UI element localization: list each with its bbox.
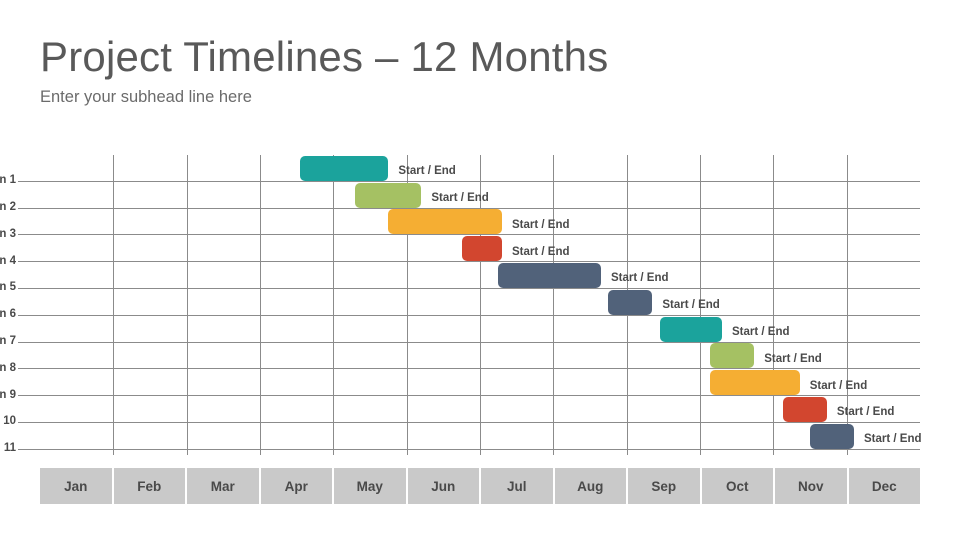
row-leader-dash: [18, 448, 40, 450]
month-cell-jun[interactable]: Jun: [407, 468, 479, 504]
gantt-bar[interactable]: [710, 343, 755, 369]
gantt-bar[interactable]: [300, 155, 389, 181]
bar-range-label: Start / End: [732, 326, 790, 339]
gantt-plot-area: Sample Task Description 1Start / EndSamp…: [0, 155, 922, 455]
row-gridline: [40, 448, 920, 450]
task-label: Sample Task Description 8: [0, 361, 16, 374]
task-label: Sample Task Description 1: [0, 174, 16, 187]
row-leader-dash: [18, 261, 40, 263]
gantt-row[interactable]: Sample Task Description 5 Start / End: [0, 262, 920, 293]
gantt-row[interactable]: Sample Task Description 3 Start / End: [0, 209, 920, 239]
gantt-row[interactable]: Sample Task Description 10 Start / End: [0, 396, 920, 427]
task-label: Sample Task Description 11: [0, 442, 16, 455]
row-leader-dash: [18, 180, 40, 182]
gantt-bar[interactable]: [782, 396, 827, 422]
row-leader-dash: [18, 395, 40, 397]
task-label: Sample Task Description 3: [0, 227, 16, 240]
bar-range-label: Start / End: [864, 433, 922, 446]
month-cell-oct[interactable]: Oct: [701, 468, 773, 504]
task-label: Sample Task Description 7: [0, 335, 16, 348]
bar-range-label: Start / End: [764, 352, 822, 365]
gantt-bar[interactable]: [388, 209, 502, 235]
bar-range-label: Start / End: [512, 218, 570, 231]
gantt-bar[interactable]: [659, 316, 722, 342]
gantt-row[interactable]: Sample Task Description 4 Start / End: [0, 235, 920, 266]
month-cell-jan[interactable]: Jan: [40, 468, 112, 504]
gantt-row[interactable]: Sample Task Description 9 Start / End: [0, 369, 920, 400]
gantt-bar[interactable]: [355, 182, 422, 208]
gantt-row[interactable]: Sample Task Description 8 Start / End: [0, 343, 920, 373]
month-cell-nov[interactable]: Nov: [775, 468, 847, 504]
gantt-bar[interactable]: [498, 262, 601, 288]
month-axis: Jan Feb Mar Apr May Jun Jul Aug Sep Oct Nov Dec: [40, 468, 920, 504]
month-cell-may[interactable]: May: [334, 468, 406, 504]
bar-range-label: Start / End: [662, 299, 720, 312]
month-cell-feb[interactable]: Feb: [113, 468, 185, 504]
gantt-chart: Sample Task Description 1Start / EndSamp…: [0, 0, 960, 540]
row-leader-dash: [18, 368, 40, 370]
row-leader-dash: [18, 207, 40, 209]
bar-range-label: Start / End: [611, 272, 669, 285]
row-leader-dash: [18, 314, 40, 316]
row-leader-dash: [18, 341, 40, 343]
month-cell-apr[interactable]: Apr: [260, 468, 332, 504]
task-label: Sample Task Description 2: [0, 201, 16, 214]
month-cell-dec[interactable]: Dec: [848, 468, 920, 504]
bar-range-label: Start / End: [836, 406, 895, 419]
gantt-bar[interactable]: [810, 423, 854, 449]
row-leader-dash: [18, 421, 40, 423]
gantt-bar[interactable]: [461, 236, 502, 262]
gantt-row[interactable]: Sample Task Description 2 Start / End: [0, 182, 920, 213]
gantt-row[interactable]: Sample Task Description 11 Start / End: [0, 423, 922, 454]
gantt-row[interactable]: Sample Task Description 6 Start / End: [0, 289, 920, 320]
task-label: Sample Task Description 4: [0, 254, 16, 267]
gantt-bar[interactable]: [608, 289, 653, 315]
gantt-row[interactable]: Sample Task Description 7 Start / End: [0, 316, 920, 347]
row-leader-dash: [18, 234, 40, 236]
gantt-bar[interactable]: [710, 370, 800, 396]
gantt-row[interactable]: Sample Task Description 1 Start / End: [0, 155, 920, 186]
month-cell-sep[interactable]: Sep: [628, 468, 700, 504]
bar-range-label: Start / End: [512, 245, 570, 258]
bar-range-label: Start / End: [431, 192, 489, 205]
month-cell-jul[interactable]: Jul: [481, 468, 553, 504]
month-cell-mar[interactable]: Mar: [187, 468, 259, 504]
bar-range-label: Start / End: [398, 165, 456, 178]
slide-canvas: Project Timelines – 12 Months Enter your…: [0, 0, 960, 540]
task-label: Sample Task Description 10: [0, 415, 16, 428]
row-leader-dash: [18, 287, 40, 289]
month-cell-aug[interactable]: Aug: [554, 468, 626, 504]
task-label: Sample Task Description 6: [0, 308, 16, 321]
bar-range-label: Start / End: [809, 379, 868, 392]
task-label: Sample Task Description 5: [0, 281, 16, 294]
task-label: Sample Task Description 9: [0, 388, 16, 401]
